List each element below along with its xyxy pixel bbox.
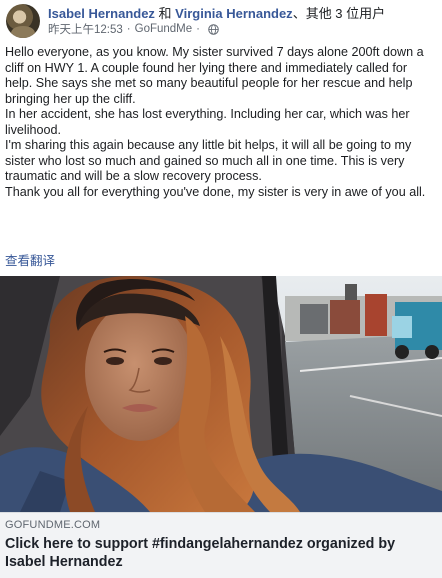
shared-photo[interactable] — [0, 276, 442, 512]
meta-separator-2: · — [196, 23, 200, 35]
with-joiner: 和 — [154, 6, 176, 21]
app-source-link[interactable]: GoFundMe — [135, 23, 193, 35]
post-paragraph: I'm sharing this again because any littl… — [5, 138, 412, 183]
tagged-user-link[interactable]: Virginia Hernandez — [175, 6, 293, 21]
others-link[interactable]: 、其他 3 位用户 — [293, 6, 385, 21]
see-translation-link[interactable]: 查看翻译 — [5, 250, 55, 269]
link-title[interactable]: Click here to support #findangelahernand… — [5, 535, 437, 571]
link-domain: GOFUNDME.COM — [5, 519, 101, 531]
post-author-line: Isabel Hernandez 和 Virginia Hernandez、其他… — [48, 3, 385, 22]
author-name-link[interactable]: Isabel Hernandez — [48, 6, 155, 21]
author-avatar[interactable] — [6, 4, 40, 38]
post-paragraph: Hello everyone, as you know. My sister s… — [5, 45, 424, 106]
photo-illustration — [0, 276, 442, 512]
globe-icon[interactable] — [208, 23, 219, 35]
post-header: Isabel Hernandez 和 Virginia Hernandez、其他… — [0, 0, 442, 40]
post-timestamp[interactable]: 昨天上午12:53 — [48, 21, 123, 37]
post-paragraph: Thank you all for everything you've done… — [5, 184, 426, 199]
link-preview[interactable]: GOFUNDME.COM Click here to support #find… — [0, 512, 442, 578]
meta-separator: · — [126, 23, 131, 35]
post-meta: 昨天上午12:53 · GoFundMe · — [48, 21, 219, 37]
post-paragraph: In her accident, she has lost everything… — [5, 107, 410, 137]
post-body: Hello everyone, as you know. My sister s… — [5, 45, 437, 200]
